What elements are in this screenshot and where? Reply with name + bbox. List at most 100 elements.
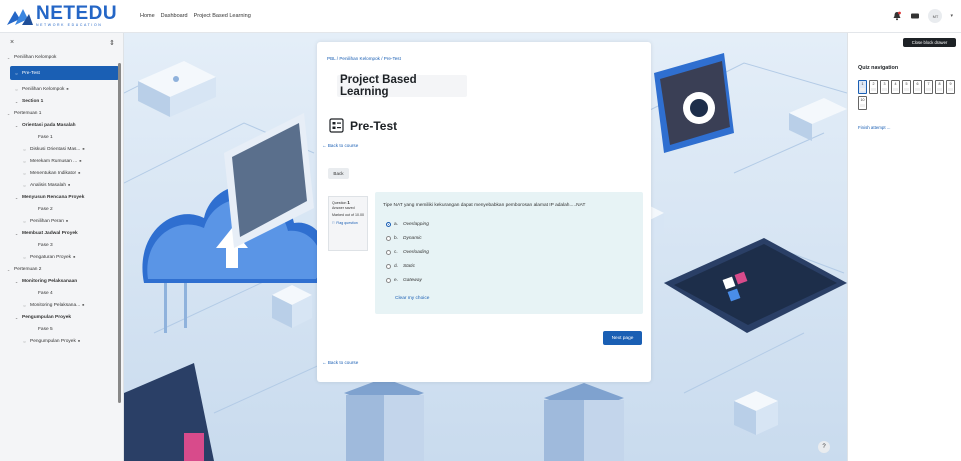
breadcrumb[interactable]: PBL / Penilihan Kelompok / Pre-Test: [327, 56, 401, 61]
completion-circle-icon: ○: [23, 170, 26, 176]
quiz-nav-question-button[interactable]: 10: [858, 96, 867, 110]
course-index-item[interactable]: Fase 2: [0, 203, 123, 215]
drawer-scrollbar[interactable]: [118, 63, 121, 403]
quiz-nav-question-button[interactable]: 8: [935, 80, 944, 94]
answer-radio[interactable]: [386, 236, 391, 241]
course-index-item[interactable]: ⌄ Menyusun Rencana Proyek: [0, 191, 123, 203]
course-index-item[interactable]: Fase 3: [0, 239, 123, 251]
answer-option[interactable]: a. Overlapping: [386, 222, 429, 227]
course-index-item[interactable]: ○ Merekam Rumusan ... ■: [0, 155, 123, 167]
close-drawer-icon[interactable]: ×: [10, 39, 14, 47]
course-index-item[interactable]: ○ Penilihan Peran ■: [0, 215, 123, 227]
quiz-nav-question-button[interactable]: 3: [880, 80, 889, 94]
chevron-down-icon[interactable]: ⌄: [14, 99, 19, 104]
quiz-nav-question-button[interactable]: 7: [924, 80, 933, 94]
course-index-item[interactable]: ⌄ Section 1: [0, 95, 123, 107]
course-index-item[interactable]: ⌄ Membuat Jadwal Proyek: [0, 227, 123, 239]
course-index-item-label: Penilihan Kelompok: [14, 54, 57, 60]
answer-letter: e.: [394, 278, 399, 283]
lock-icon: ■: [82, 303, 85, 307]
answer-radio[interactable]: [386, 278, 391, 283]
nav-link-course[interactable]: Project Based Learning: [194, 13, 251, 19]
back-to-course-link-bottom[interactable]: ← Back to course: [322, 360, 358, 365]
course-index-item-label: Pertemuan 2: [14, 266, 42, 272]
course-index-drawer: × ⇕ ⌄ Penilihan Kelompok ○ Pre-Test ○ Penilih…: [0, 33, 124, 461]
chevron-down-icon[interactable]: ⌄: [6, 55, 11, 60]
chevron-down-icon[interactable]: ⌄: [6, 111, 11, 116]
quiz-nav-question-button[interactable]: 6: [913, 80, 922, 94]
course-index-item[interactable]: ○ Pengumpulan Proyek ■: [0, 335, 123, 347]
answer-radio[interactable]: [386, 222, 391, 227]
course-index-item[interactable]: ⌄ Pengumpulan Proyek: [0, 311, 123, 323]
course-index-item-label: Diskusi Orientasi Mas...: [30, 146, 81, 152]
course-index-item[interactable]: ○ Analisis Masalah ■: [0, 179, 123, 191]
nav-link-home[interactable]: Home: [140, 13, 155, 19]
chevron-down-icon[interactable]: ⌄: [14, 315, 19, 320]
finish-attempt-link[interactable]: Finish attempt ...: [858, 125, 890, 130]
course-index-item[interactable]: ⌄ Monitoring Pelaksanaan: [0, 275, 123, 287]
course-index-item[interactable]: ⌄ Penilihan Kelompok: [0, 51, 123, 63]
quiz-nav-question-button[interactable]: 2: [869, 80, 878, 94]
answer-text: Static: [403, 264, 415, 269]
back-button[interactable]: Back: [328, 168, 349, 179]
answer-letter: b.: [394, 236, 399, 241]
course-index-item-label: Section 1: [22, 98, 44, 104]
course-index-item[interactable]: Fase 1: [0, 131, 123, 143]
course-index-item-label: Fase 5: [38, 326, 53, 332]
flag-question-button[interactable]: ⚐ Flag question: [332, 221, 364, 226]
course-index-item-label: Fase 1: [38, 134, 53, 140]
question-content: Tipe NAT yang memiliki kekurangan dapat …: [375, 192, 643, 314]
messages-icon[interactable]: [910, 11, 920, 21]
course-index-item[interactable]: ⌄ Orientasi pada Masalah: [0, 119, 123, 131]
answer-letter: a.: [394, 222, 399, 227]
user-avatar[interactable]: MT: [928, 9, 943, 23]
back-to-course-link-top[interactable]: ← Back to course: [322, 143, 358, 148]
clear-choice-link[interactable]: Clear my choice: [395, 296, 429, 301]
quiz-nav-question-button[interactable]: 9: [946, 80, 955, 94]
course-index-item-label: Fase 3: [38, 242, 53, 248]
chevron-down-icon[interactable]: ⌄: [14, 123, 19, 128]
answer-letter: d.: [394, 264, 399, 269]
course-index-item[interactable]: Fase 5: [0, 323, 123, 335]
notification-bell-icon[interactable]: [892, 11, 902, 21]
chevron-down-icon[interactable]: ⌄: [14, 279, 19, 284]
course-index-item[interactable]: Fase 4: [0, 287, 123, 299]
quiz-nav-question-button[interactable]: 5: [902, 80, 911, 94]
answer-option[interactable]: e. Gateway: [386, 278, 422, 283]
chevron-down-icon[interactable]: ⌄: [14, 195, 19, 200]
course-index-item[interactable]: ○ Monitoring Pelaksana... ■: [0, 299, 123, 311]
top-navbar: NETEDU NETWORK EDUCATION Home Dashboard …: [0, 0, 961, 33]
quiz-nav-question-number: 8: [938, 82, 941, 86]
completion-circle-icon: ○: [23, 182, 26, 188]
brand-name: NETEDU: [36, 3, 118, 25]
nav-link-dashboard[interactable]: Dashboard: [161, 13, 188, 19]
course-index-item-label: Monitoring Pelaksanaan: [22, 278, 78, 284]
chevron-down-icon[interactable]: ⌄: [14, 231, 19, 236]
course-index-item-label: Pertemuan 1: [14, 110, 42, 116]
course-index-item[interactable]: ○ Menentukan Indikator ■: [0, 167, 123, 179]
quiz-nav-question-number: 10: [860, 98, 865, 102]
answer-option[interactable]: c. Overloading: [386, 250, 429, 255]
user-menu-chevron-icon[interactable]: ▾: [950, 13, 953, 19]
course-index-item[interactable]: ⌄ Pertemuan 1: [0, 107, 123, 119]
quiz-nav-question-button[interactable]: 4: [891, 80, 900, 94]
completion-circle-icon: ○: [23, 146, 26, 152]
lock-icon: ■: [82, 147, 85, 151]
collapse-all-icon[interactable]: ⇕: [109, 39, 115, 47]
help-icon[interactable]: ?: [818, 441, 830, 453]
course-index-item[interactable]: ○ Pengaturan Proyek ■: [0, 251, 123, 263]
brand-logo[interactable]: NETEDU NETWORK EDUCATION: [0, 0, 126, 33]
course-index-item[interactable]: ○ Diskusi Orientasi Mas... ■: [0, 143, 123, 155]
course-index-item-label: Membuat Jadwal Proyek: [22, 230, 78, 236]
course-index-item[interactable]: ⌄ Pertemuan 2: [0, 263, 123, 275]
chevron-down-icon[interactable]: ⌄: [6, 267, 11, 272]
course-index-item[interactable]: ○ Penilihan Kelompok ■: [0, 83, 123, 95]
course-index-item[interactable]: ○ Pre-Test: [10, 66, 119, 80]
quiz-nav-question-button[interactable]: 1: [858, 80, 867, 94]
completion-circle-icon: ○: [23, 218, 26, 224]
answer-option[interactable]: b. Dynamic: [386, 236, 422, 241]
answer-option[interactable]: d. Static: [386, 264, 415, 269]
answer-radio[interactable]: [386, 264, 391, 269]
next-page-button[interactable]: Next page: [603, 331, 642, 345]
answer-radio[interactable]: [386, 250, 391, 255]
